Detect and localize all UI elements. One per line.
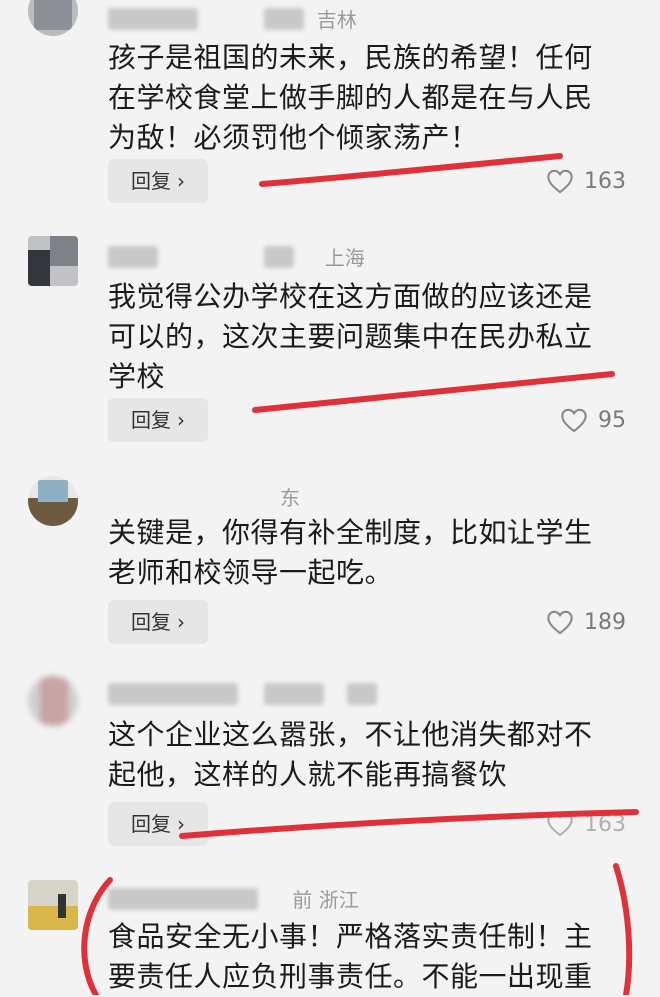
reply-label: 回复: [131, 408, 171, 432]
comment-text: 食品安全无小事！严格落实责任制！主要责任人应负刑事责任。不能一出现重: [108, 920, 593, 993]
reply-label: 回复: [131, 812, 171, 836]
like-button[interactable]: 189: [546, 600, 626, 644]
chevron-right-icon: ›: [177, 812, 185, 836]
chevron-right-icon: ›: [177, 610, 185, 634]
red-underline-1: [259, 153, 563, 187]
like-count: 163: [584, 811, 626, 837]
reply-button[interactable]: 回复 ›: [108, 802, 208, 846]
chevron-right-icon: ›: [177, 169, 185, 193]
heart-icon: [547, 610, 573, 635]
like-button[interactable]: 95: [560, 398, 626, 442]
comment-text: 孩子是祖国的未来，民族的希望！任何在学校食堂上做手脚的人都是在与人民为敌！必须罚…: [108, 41, 593, 154]
like-button[interactable]: 163: [546, 159, 626, 203]
like-count: 163: [584, 168, 626, 194]
reply-button[interactable]: 回复 ›: [108, 159, 208, 203]
reply-label: 回复: [131, 610, 171, 634]
comment-meta: 东: [108, 482, 300, 510]
reply-button[interactable]: 回复 ›: [108, 600, 208, 644]
comment-text: 关键是，你得有补全制度，比如让学生老师和校领导一起吃。: [108, 516, 593, 589]
location-label: 前 浙江: [292, 888, 359, 912]
like-count: 95: [598, 407, 626, 433]
avatar[interactable]: [28, 880, 78, 930]
avatar[interactable]: [28, 0, 78, 36]
like-button[interactable]: 163: [546, 802, 626, 846]
like-count: 189: [584, 609, 626, 635]
heart-icon: [547, 812, 573, 837]
avatar[interactable]: [28, 476, 78, 526]
reply-label: 回复: [131, 169, 171, 193]
location-label: 上海: [324, 246, 365, 270]
avatar[interactable]: [28, 236, 78, 286]
comment-text: 我觉得公办学校在这方面做的应该还是可以的，这次主要问题集中在民办私立学校: [108, 280, 593, 393]
avatar[interactable]: [28, 676, 78, 726]
comment-meta: 上海: [108, 242, 365, 270]
reply-button[interactable]: 回复 ›: [108, 398, 208, 442]
heart-icon: [561, 408, 587, 433]
location-label: 吉林: [316, 8, 357, 32]
comment-meta: [108, 680, 377, 705]
comment-meta: 前 浙江: [108, 884, 359, 912]
chevron-right-icon: ›: [177, 408, 185, 432]
heart-icon: [547, 169, 573, 194]
location-label: 东: [280, 486, 300, 510]
comment-text: 这个企业这么嚣张，不让他消失都对不起他，这样的人就不能再搞餐饮: [108, 718, 593, 791]
comment-meta: 吉林: [108, 4, 357, 32]
